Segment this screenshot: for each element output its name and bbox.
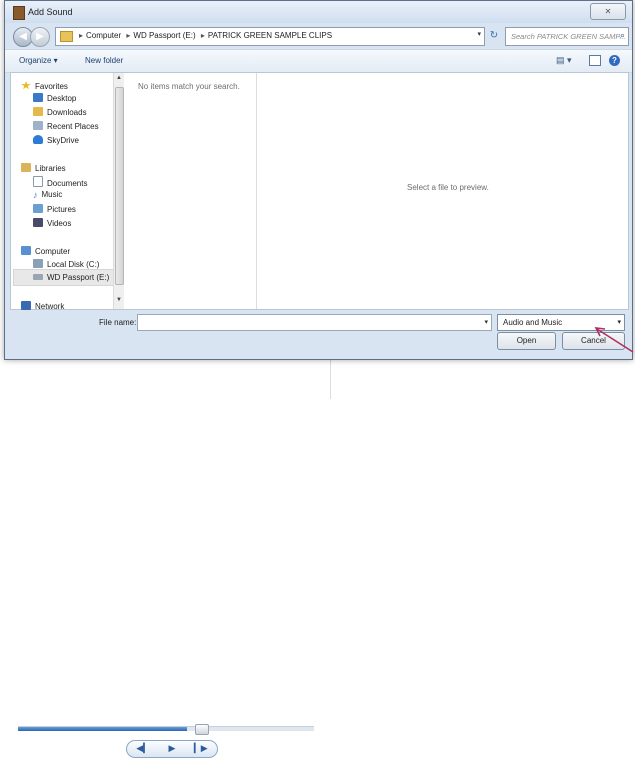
open-button[interactable]: Open [497,332,556,350]
sidebar-item-favorites[interactable]: Favorites [21,81,68,91]
chevron-down-icon[interactable]: ▾ [617,318,621,326]
scroll-down-icon[interactable]: ▼ [116,297,122,303]
navigation-pane: Favorites Desktop Downloads Recent Place… [11,73,115,311]
annotation-arrow-icon [594,327,634,353]
breadcrumb-computer[interactable]: Computer [86,31,121,40]
search-placeholder: Search PATRICK GREEN SAMP... [511,32,626,41]
next-icon[interactable]: ▎▶ [194,744,208,754]
scroll-up-icon[interactable]: ▲ [116,75,122,81]
dialog-title: Add Sound [28,7,73,17]
sidebar-item-network[interactable]: Network [21,301,64,311]
sidebar-item-label: WD Passport (E:) [47,273,110,282]
sidebar-item-libraries[interactable]: Libraries [21,163,66,173]
file-name-input[interactable]: ▾ [137,314,492,331]
external-drive-icon [33,274,43,280]
computer-icon [21,246,31,255]
empty-message: No items match your search. [138,82,240,91]
sidebar-item-documents[interactable]: Documents [33,176,87,188]
background-editor-left: ◀▎ ▶ ▎▶ [0,360,330,758]
scrollbar-thumb[interactable] [115,87,124,285]
sidebar-item-label: Libraries [35,164,66,173]
sidebar-item-skydrive[interactable]: SkyDrive [33,135,79,145]
sidebar-item-label: Network [35,302,65,311]
sidebar-item-label: Music [41,190,63,199]
chevron-down-icon[interactable]: ▾ [477,30,481,38]
pictures-icon [33,204,43,213]
sidebar-item-label: Downloads [47,108,87,117]
seek-bar[interactable] [18,724,314,735]
search-input[interactable]: Search PATRICK GREEN SAMP... ⌕ [505,27,629,46]
close-button[interactable]: ✕ [590,3,626,20]
sidebar-item-pictures[interactable]: Pictures [33,204,76,214]
playback-controls: ◀▎ ▶ ▎▶ [126,740,218,758]
file-list[interactable]: No items match your search. [124,73,257,309]
recent-places-icon [33,121,43,130]
sidebar-item-music[interactable]: ♪ Music [33,190,62,200]
sidebar-item-videos[interactable]: Videos [33,218,71,228]
navigation-row: ◀ ▶ ▸ Computer ▸ WD Passport (E:) ▸ PATRICK… [5,23,632,49]
previous-icon[interactable]: ◀▎ [136,744,150,754]
sidebar-item-label: Local Disk (C:) [47,260,100,269]
libraries-icon [21,163,31,172]
new-folder-button[interactable]: New folder [85,56,123,65]
title-bar[interactable]: Add Sound ✕ [5,1,632,23]
sidebar-item-label: Documents [47,179,88,188]
browser-body: Favorites Desktop Downloads Recent Place… [10,72,629,311]
videos-icon [33,218,43,227]
search-icon[interactable]: ⌕ [620,30,625,41]
address-bar[interactable]: ▸ Computer ▸ WD Passport (E:) ▸ PATRICK GRE… [55,27,485,46]
sidebar-item-label: Favorites [35,82,68,91]
file-name-label: File name: [99,318,137,327]
folder-icon [60,31,73,42]
skydrive-icon [33,135,43,144]
add-sound-dialog: Add Sound ✕ ◀ ▶ ▸ Computer ▸ WD Passport (… [4,0,633,360]
forward-button[interactable]: ▶ [30,27,50,47]
file-type-value: Audio and Music [503,318,563,327]
organize-button[interactable]: Organize ▾ [19,56,58,65]
chevron-down-icon[interactable]: ▾ [484,318,488,326]
breadcrumb-separator: ▸ [200,31,205,40]
refresh-icon[interactable]: ↻ [487,27,501,44]
sidebar-item-computer[interactable]: Computer [21,246,70,256]
star-icon [21,81,31,90]
navigation-scrollbar[interactable]: ▲ ▼ [113,73,124,309]
sidebar-item-label: SkyDrive [47,136,80,145]
sidebar-item-label: Computer [35,247,71,256]
sidebar-item-desktop[interactable]: Desktop [33,93,76,103]
sidebar-item-label: Videos [47,219,72,228]
sidebar-item-label: Pictures [47,205,76,214]
breadcrumb-separator: ▸ [126,31,131,40]
local-disk-icon [33,259,43,268]
command-bar: Organize ▾ New folder ▤ ▾ ? [5,49,632,73]
sidebar-item-recent-places[interactable]: Recent Places [33,121,99,131]
network-icon [21,301,31,310]
help-icon[interactable]: ? [609,55,620,66]
music-icon: ♪ [33,190,38,200]
preview-message: Select a file to preview. [407,183,489,192]
sidebar-item-label: Recent Places [47,122,99,131]
desktop-icon [33,93,43,102]
sidebar-item-downloads[interactable]: Downloads [33,107,87,117]
app-icon [13,6,25,20]
breadcrumb-wd-passport[interactable]: WD Passport (E:) [133,31,195,40]
sidebar-item-label: Desktop [47,94,77,103]
views-icon[interactable]: ▤ ▾ [556,55,572,66]
background-editor-right [330,360,635,399]
sidebar-item-local-disk[interactable]: Local Disk (C:) [33,259,99,269]
documents-icon [33,176,43,187]
preview-pane-icon[interactable] [589,55,601,66]
sidebar-item-wd-passport[interactable]: WD Passport (E:) [33,273,109,282]
seek-bar-fill [18,727,187,731]
breadcrumb: ▸ Computer ▸ WD Passport (E:) ▸ PATRICK GRE… [76,31,332,40]
breadcrumb-separator: ▸ [79,31,84,40]
play-icon[interactable]: ▶ [169,744,176,754]
downloads-icon [33,107,43,116]
seek-bar-thumb[interactable] [194,724,209,735]
breadcrumb-sample-clips[interactable]: PATRICK GREEN SAMPLE CLIPS [208,31,332,40]
preview-pane: Select a file to preview. [257,73,628,309]
